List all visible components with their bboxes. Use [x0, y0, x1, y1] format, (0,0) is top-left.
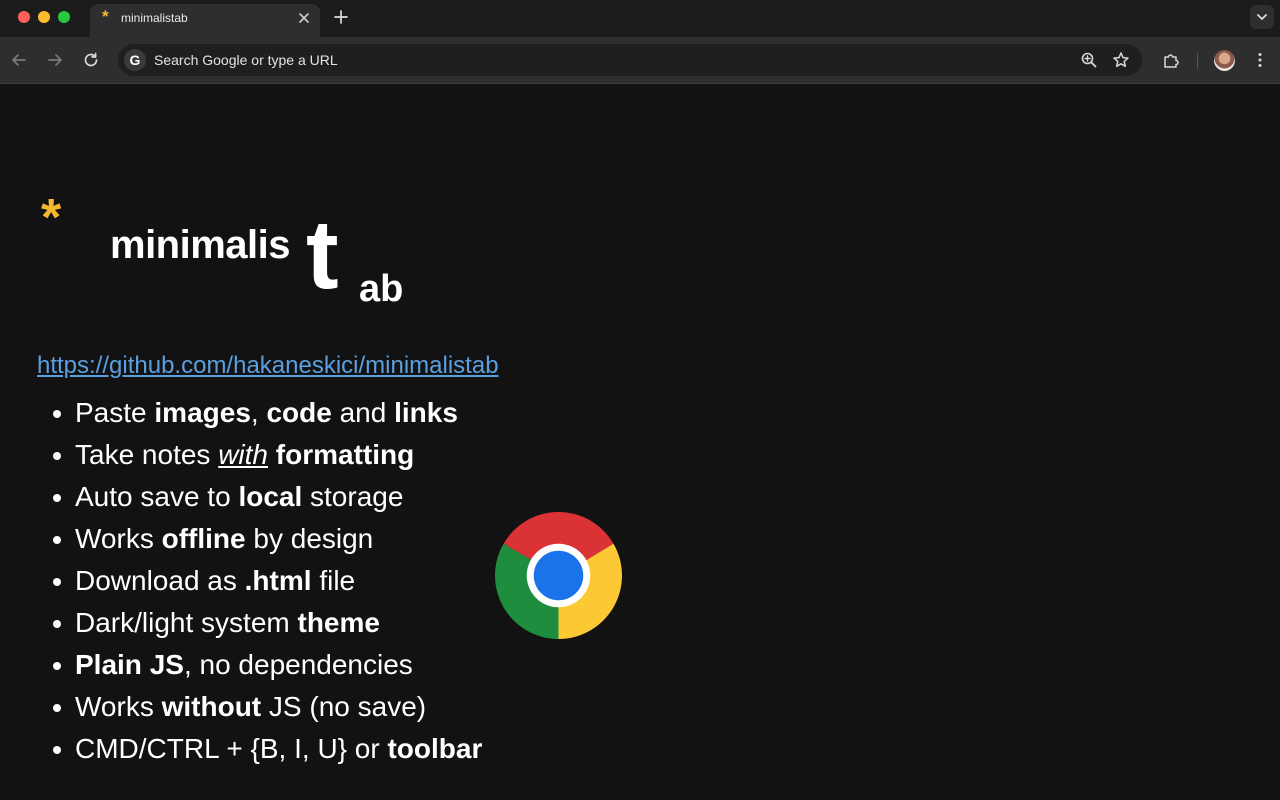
- google-icon: G: [124, 49, 146, 71]
- feature-text: file: [311, 565, 356, 596]
- feature-text: and: [331, 397, 395, 428]
- github-repo-link[interactable]: https://github.com/hakaneskici/minimalis…: [37, 352, 499, 380]
- feature-text: Plain JS: [75, 649, 184, 680]
- logo-text-main: minimalis: [110, 223, 291, 267]
- feature-text: Auto save to: [75, 481, 239, 512]
- bookmark-star-icon[interactable]: [1112, 51, 1130, 69]
- plus-icon[interactable]: [332, 8, 350, 26]
- feature-text: Works: [75, 691, 162, 722]
- feature-text: code: [266, 397, 332, 428]
- feature-item: CMD/CTRL + {B, I, U} or toolbar: [52, 728, 482, 770]
- tab-search-button[interactable]: [1250, 5, 1274, 29]
- feature-text: formatting: [275, 439, 415, 470]
- feature-text: images: [154, 397, 251, 428]
- feature-item: Download as .html file: [52, 560, 482, 602]
- tab-favicon-icon: *: [102, 7, 109, 26]
- window-minimize-button[interactable]: [38, 11, 50, 23]
- logo-asterisk: *: [41, 189, 62, 247]
- feature-text: Paste: [75, 397, 155, 428]
- logo-text-sub: ab: [359, 268, 404, 310]
- extensions-puzzle-icon[interactable]: [1162, 51, 1180, 69]
- feature-text: [268, 439, 276, 470]
- feature-text: offline: [161, 523, 246, 554]
- feature-text: Works: [75, 523, 162, 554]
- feature-text: ,: [250, 397, 267, 428]
- feature-text: Download as: [75, 565, 245, 596]
- feature-item: Auto save to local storage: [52, 476, 482, 518]
- feature-text: by design: [245, 523, 374, 554]
- window-close-button[interactable]: [18, 11, 30, 23]
- chrome-logo-icon: [495, 512, 622, 639]
- feature-text: toolbar: [387, 733, 483, 764]
- logo-big-letter: t: [306, 199, 339, 309]
- feature-text: Take notes: [75, 439, 219, 470]
- feature-text: Dark/light system: [75, 607, 298, 638]
- chevron-down-icon: [1257, 14, 1267, 20]
- feature-item: Dark/light system theme: [52, 602, 482, 644]
- feature-text: theme: [297, 607, 380, 638]
- feature-text: local: [238, 481, 303, 512]
- feature-text: without: [161, 691, 262, 722]
- tab-minimalistab[interactable]: * minimalistab: [90, 4, 320, 37]
- feature-text: storage: [302, 481, 404, 512]
- feature-text: .html: [244, 565, 312, 596]
- feature-text: CMD/CTRL + {B, I, U} or: [75, 733, 388, 764]
- feature-item: Works without JS (no save): [52, 686, 482, 728]
- tab-title: minimalistab: [121, 11, 188, 25]
- page-content: * minimalis t ab https://github.com/haka…: [0, 85, 1280, 800]
- zoom-icon[interactable]: [1080, 51, 1098, 69]
- toolbar-divider: [1197, 53, 1198, 69]
- tab-strip: * minimalistab: [0, 0, 1280, 37]
- address-bar-placeholder: Search Google or type a URL: [154, 52, 338, 68]
- feature-list: Paste images, code and links Take notes w…: [52, 392, 482, 770]
- feature-text: links: [394, 397, 458, 428]
- feature-text: JS (no save): [261, 691, 427, 722]
- feature-text: with: [218, 439, 268, 470]
- feature-text: , no dependencies: [183, 649, 413, 680]
- forward-arrow-icon[interactable]: [46, 51, 64, 69]
- feature-item: Paste images, code and links: [52, 392, 482, 434]
- close-icon[interactable]: [296, 10, 312, 26]
- reload-icon[interactable]: [82, 51, 100, 69]
- back-arrow-icon[interactable]: [10, 51, 28, 69]
- kebab-menu-icon[interactable]: [1251, 51, 1269, 69]
- feature-item: Take notes with formatting: [52, 434, 482, 476]
- feature-item: Works offline by design: [52, 518, 482, 560]
- window-zoom-button[interactable]: [58, 11, 70, 23]
- browser-toolbar: G Search Google or type a URL: [0, 37, 1280, 84]
- feature-item: Plain JS, no dependencies: [52, 644, 482, 686]
- profile-avatar[interactable]: [1214, 50, 1235, 71]
- address-bar[interactable]: G Search Google or type a URL: [118, 44, 1142, 76]
